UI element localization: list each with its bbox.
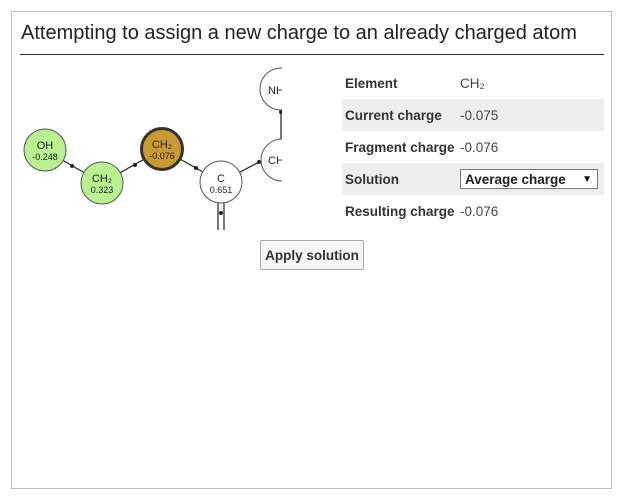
- atom-c-label: C: [217, 173, 225, 185]
- atom-oh[interactable]: OH -0.248: [23, 128, 67, 172]
- molecule-view[interactable]: OH -0.248 CH₂ 0.323 CH₂ -0.076 C 0.651 N: [20, 64, 282, 230]
- resulting-charge-label: Resulting charge: [345, 203, 455, 219]
- apply-solution-button[interactable]: Apply solution: [260, 240, 364, 270]
- charge-properties-table: Element CH₂ Current charge -0.075 Fragme…: [342, 67, 604, 227]
- charge-conflict-dialog: Attempting to assign a new charge to an …: [11, 11, 612, 489]
- atom-oh-charge: -0.248: [32, 152, 58, 162]
- atom-ch2-selected-charge: -0.076: [149, 151, 175, 161]
- element-value: CH₂: [460, 75, 485, 91]
- row-resulting-charge: Resulting charge -0.076: [342, 195, 604, 227]
- current-charge-label: Current charge: [342, 99, 457, 131]
- atom-nh-label: NH: [268, 85, 282, 97]
- row-solution: Solution Average charge ▼: [342, 163, 604, 195]
- atom-oh-label: OH: [37, 140, 54, 152]
- atom-ch2-left-label: CH₂: [92, 173, 112, 185]
- dropdown-caret-icon: ▼: [582, 173, 592, 185]
- atom-c-charge: 0.651: [210, 185, 233, 195]
- atom-ch-partial[interactable]: CH: [260, 138, 282, 182]
- title-divider: [20, 54, 604, 55]
- solution-selected-value: Average charge: [465, 171, 566, 187]
- dialog-title: Attempting to assign a new charge to an …: [21, 22, 577, 44]
- atom-ch2-selected-label: CH₂: [152, 139, 172, 151]
- atom-c[interactable]: C 0.651: [199, 160, 243, 204]
- element-label: Element: [345, 75, 398, 91]
- atom-ch-label: CH: [268, 155, 282, 167]
- solution-label: Solution: [342, 163, 457, 195]
- atom-nh-partial[interactable]: NH: [259, 67, 282, 111]
- fragment-charge-label: Fragment charge: [345, 139, 455, 155]
- row-fragment-charge: Fragment charge -0.076: [342, 131, 604, 163]
- fragment-charge-value: -0.076: [460, 139, 499, 155]
- row-current-charge: Current charge -0.075: [342, 99, 604, 131]
- atom-ch2-selected[interactable]: CH₂ -0.076: [140, 127, 184, 171]
- solution-select[interactable]: Average charge ▼: [460, 169, 598, 189]
- row-element: Element CH₂: [342, 67, 604, 99]
- atom-ch2-left[interactable]: CH₂ 0.323: [80, 161, 124, 205]
- resulting-charge-value: -0.076: [460, 203, 499, 219]
- atom-ch2-left-charge: 0.323: [91, 185, 114, 195]
- current-charge-value: -0.075: [457, 99, 604, 131]
